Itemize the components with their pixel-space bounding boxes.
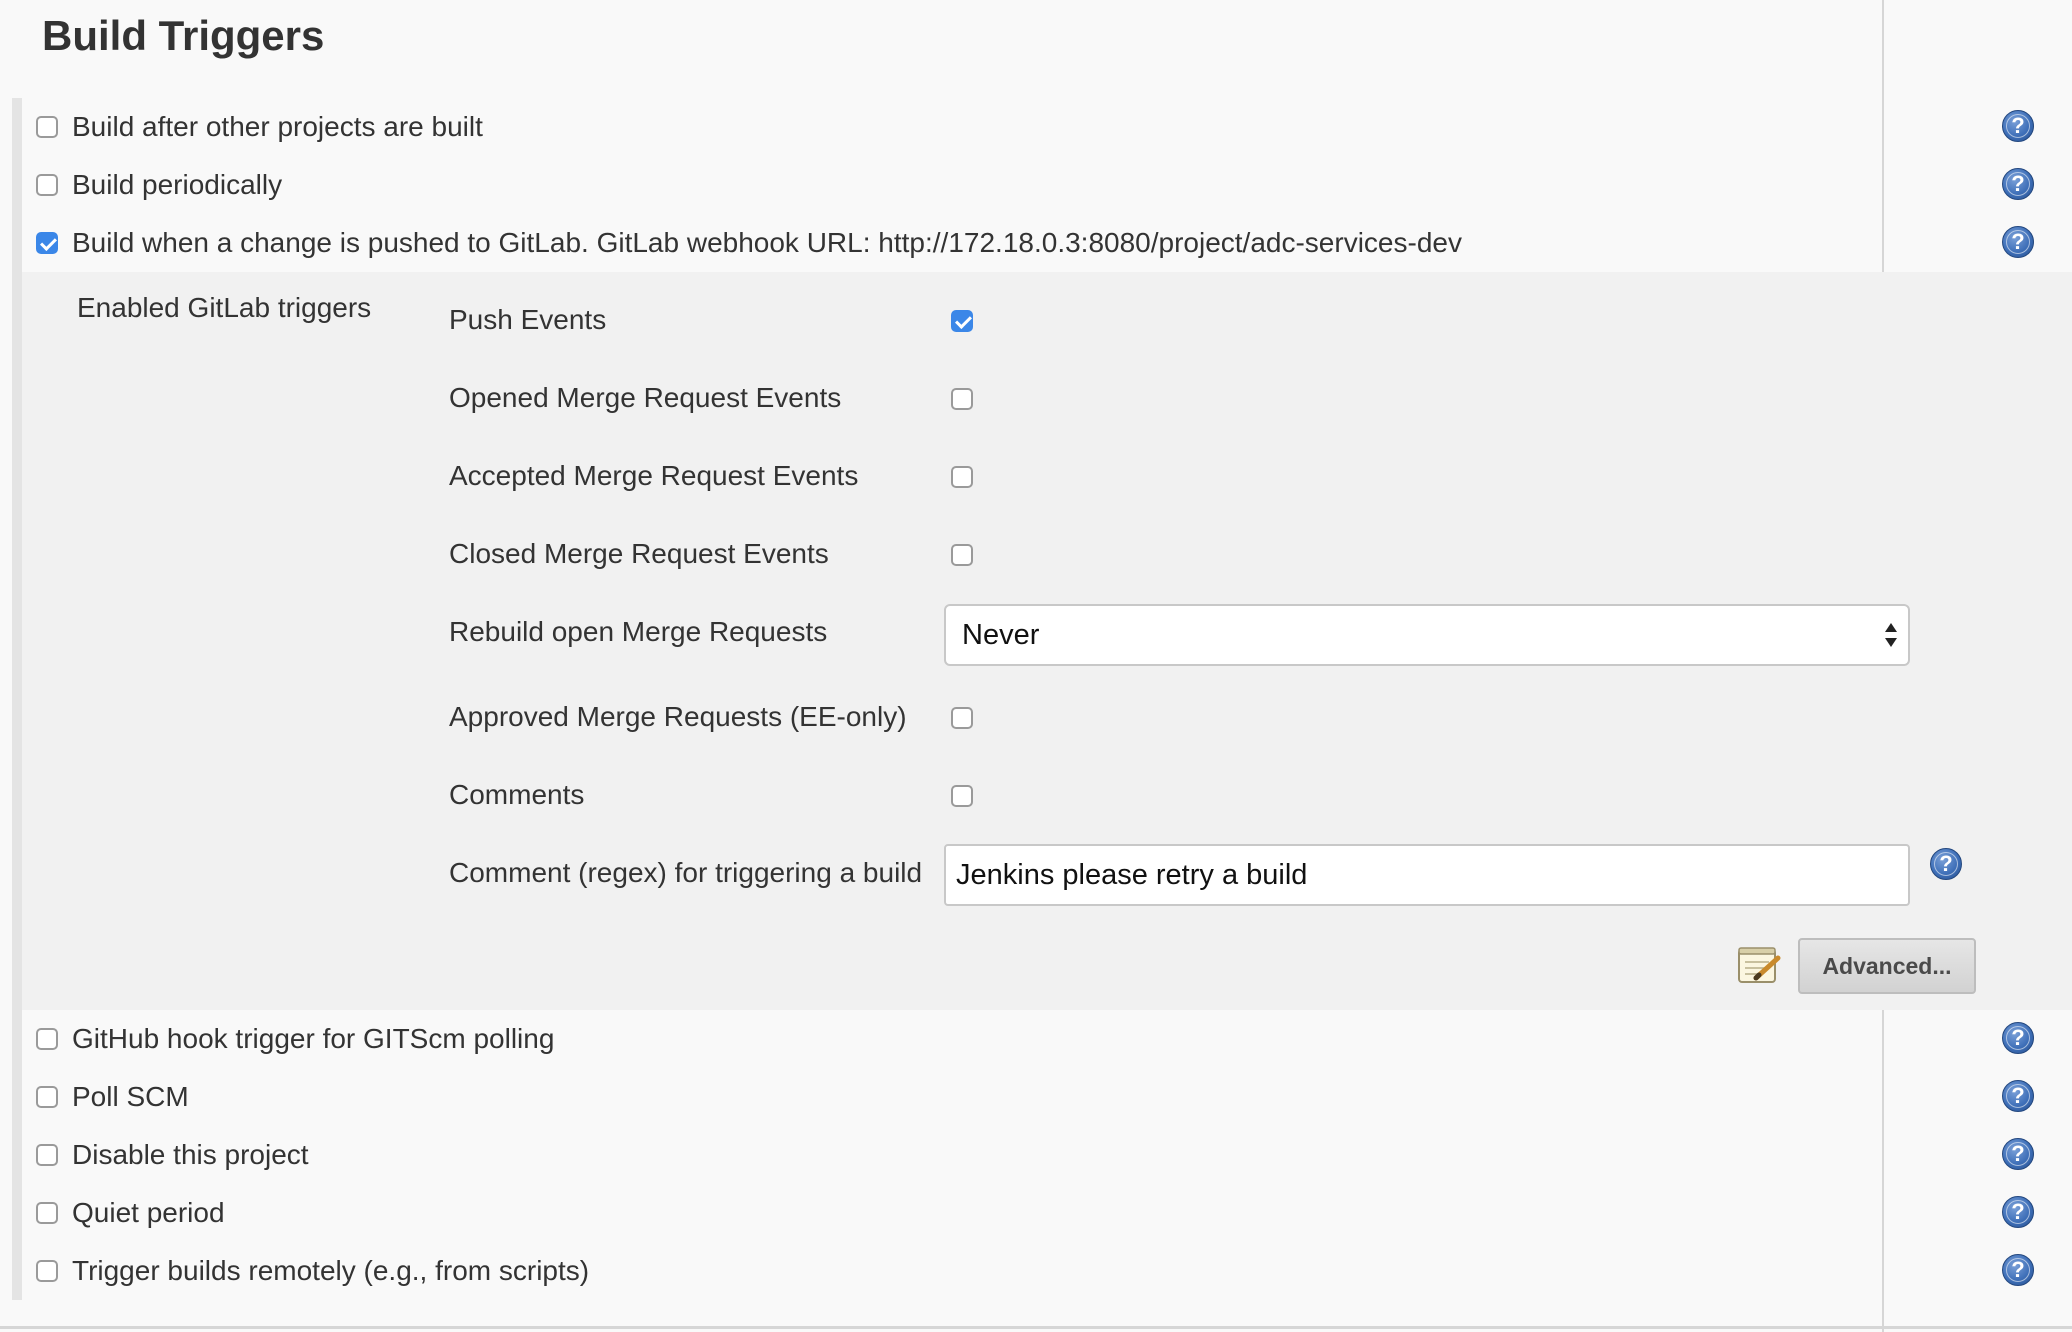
enabled-gitlab-triggers-label: Enabled GitLab triggers — [77, 292, 372, 323]
trigger-quiet-period[interactable]: Quiet period — [36, 1195, 225, 1231]
accepted-mr-events-checkbox[interactable] — [951, 466, 973, 488]
opened-mr-events-label: Opened Merge Request Events — [449, 382, 842, 413]
help-icon[interactable]: ? — [2002, 110, 2034, 142]
build-after-other-projects-checkbox[interactable] — [36, 116, 58, 138]
approved-mr-checkbox[interactable] — [951, 707, 973, 729]
accepted-mr-events-label: Accepted Merge Request Events — [449, 460, 859, 491]
approved-mr-label: Approved Merge Requests (EE-only) — [449, 701, 907, 732]
trigger-disable-project[interactable]: Disable this project — [36, 1137, 309, 1173]
trigger-label: Build periodically — [72, 169, 283, 200]
poll-scm-checkbox[interactable] — [36, 1086, 58, 1108]
trigger-label: GitHub hook trigger for GITScm polling — [72, 1023, 555, 1054]
trigger-build-periodically[interactable]: Build periodically — [36, 167, 282, 203]
rebuild-open-mr-label: Rebuild open Merge Requests — [449, 616, 828, 647]
comments-label: Comments — [449, 779, 585, 810]
select-arrows-icon — [1884, 621, 1898, 651]
closed-mr-events-label: Closed Merge Request Events — [449, 538, 829, 569]
trigger-build-on-gitlab-push[interactable]: Build when a change is pushed to GitLab.… — [36, 225, 1462, 261]
gitlab-push-trigger-checkbox[interactable] — [36, 232, 58, 254]
help-icon[interactable]: ? — [2002, 168, 2034, 200]
opened-mr-events-checkbox[interactable] — [951, 388, 973, 410]
quiet-period-checkbox[interactable] — [36, 1202, 58, 1224]
build-triggers-page: Build Triggers Build after other project… — [0, 0, 2072, 1332]
trigger-label: Poll SCM — [72, 1081, 189, 1112]
trigger-label: Trigger builds remotely (e.g., from scri… — [72, 1255, 590, 1286]
section-bottom-divider — [0, 1326, 2072, 1329]
push-events-checkbox[interactable] — [951, 310, 973, 332]
rebuild-open-mr-selected-value: Never — [962, 618, 1040, 651]
help-icon[interactable]: ? — [2002, 1080, 2034, 1112]
trigger-label: Quiet period — [72, 1197, 225, 1228]
github-hook-checkbox[interactable] — [36, 1028, 58, 1050]
help-icon[interactable]: ? — [2002, 226, 2034, 258]
trigger-remote-builds[interactable]: Trigger builds remotely (e.g., from scri… — [36, 1253, 589, 1289]
trigger-remote-builds-checkbox[interactable] — [36, 1260, 58, 1282]
advanced-button[interactable]: Advanced... — [1798, 938, 1976, 994]
build-periodically-checkbox[interactable] — [36, 174, 58, 196]
comments-checkbox[interactable] — [951, 785, 973, 807]
section-title: Build Triggers — [42, 12, 325, 59]
help-icon[interactable]: ? — [2002, 1196, 2034, 1228]
comment-regex-label: Comment (regex) for triggering a build — [449, 857, 923, 888]
help-icon[interactable]: ? — [2002, 1254, 2034, 1286]
help-icon[interactable]: ? — [2002, 1138, 2034, 1170]
trigger-label: Disable this project — [72, 1139, 309, 1170]
notepad-icon[interactable] — [1736, 944, 1782, 986]
trigger-label: Build after other projects are built — [72, 111, 483, 142]
push-events-label: Push Events — [449, 304, 607, 335]
rebuild-open-mr-select[interactable]: Never — [944, 604, 1910, 666]
section-left-rail — [12, 98, 22, 1300]
help-icon[interactable]: ? — [2002, 1022, 2034, 1054]
disable-project-checkbox[interactable] — [36, 1144, 58, 1166]
trigger-poll-scm[interactable]: Poll SCM — [36, 1079, 189, 1115]
trigger-github-hook[interactable]: GitHub hook trigger for GITScm polling — [36, 1021, 554, 1057]
trigger-build-after-other-projects[interactable]: Build after other projects are built — [36, 109, 483, 145]
comment-regex-input[interactable] — [944, 844, 1910, 906]
trigger-label: Build when a change is pushed to GitLab.… — [72, 227, 1462, 258]
closed-mr-events-checkbox[interactable] — [951, 544, 973, 566]
help-icon[interactable]: ? — [1930, 848, 1962, 880]
